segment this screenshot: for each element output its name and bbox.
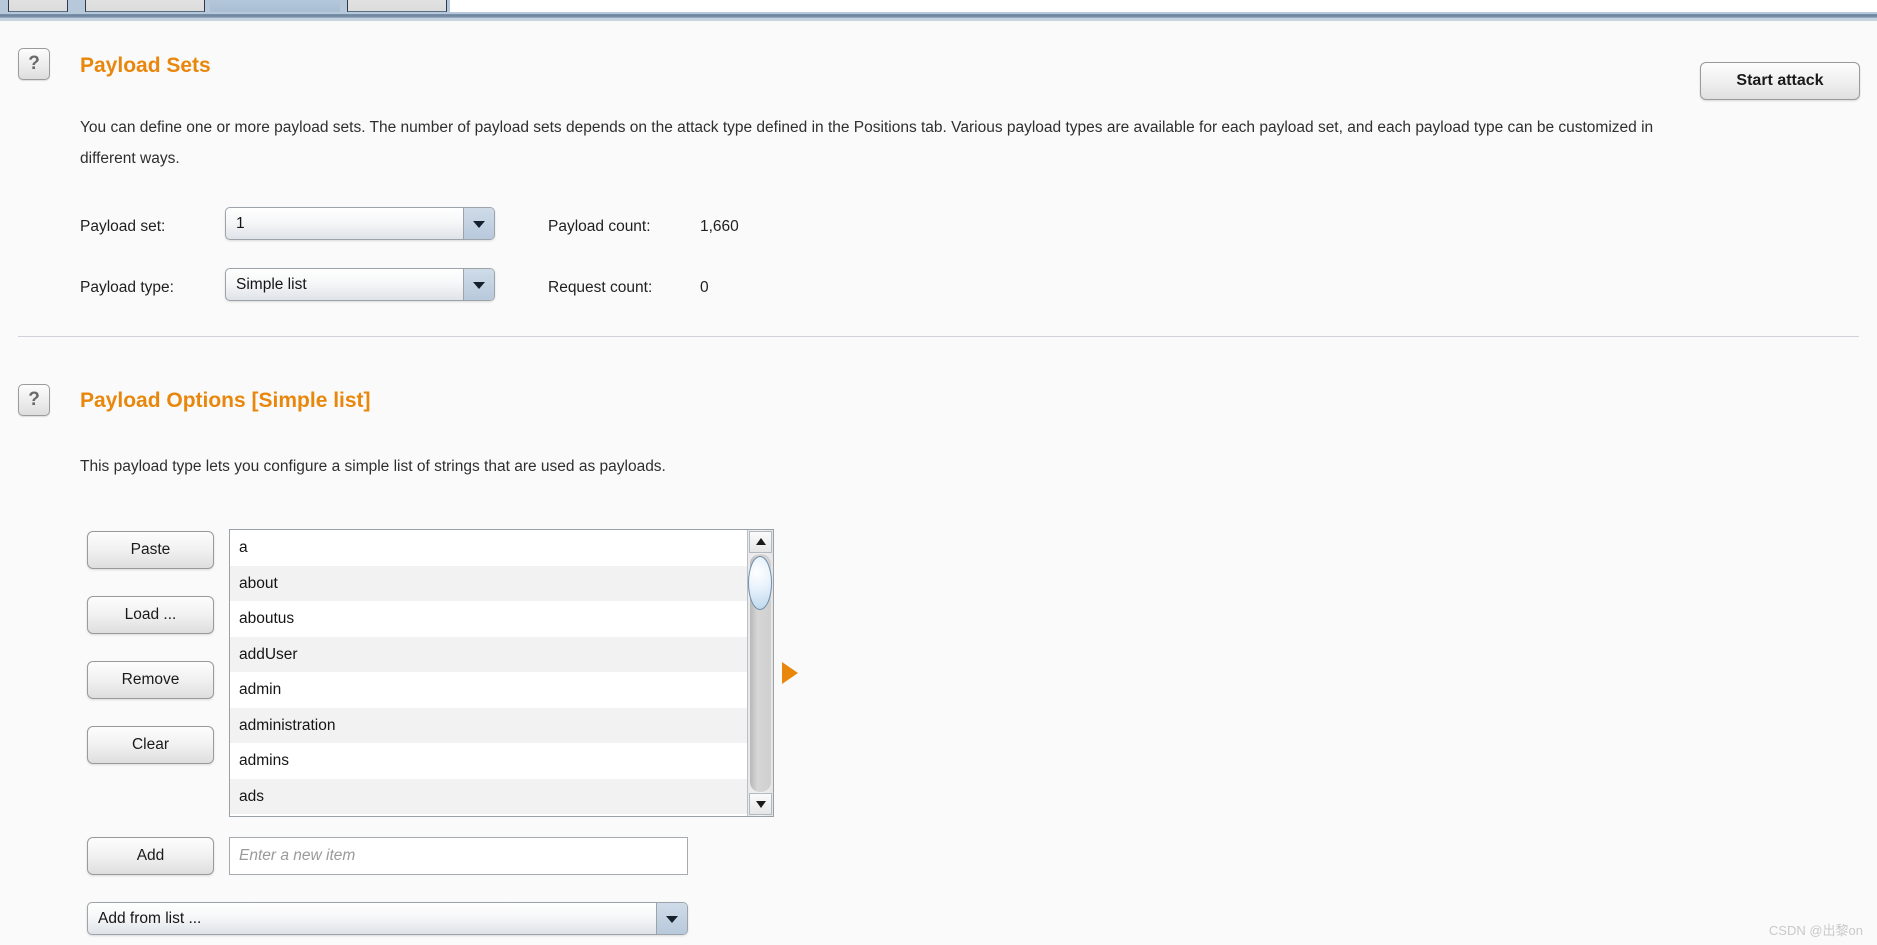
payload-sets-description: You can define one or more payload sets.… [80,119,1654,167]
start-attack-button[interactable]: Start attack [1700,62,1860,100]
chevron-down-icon[interactable] [463,269,494,300]
tab-payloads[interactable] [210,0,340,12]
payload-options-help-icon[interactable]: ? [18,384,50,416]
paste-button[interactable]: Paste [87,531,214,569]
payload-list[interactable]: a about aboutus addUser admin administra… [229,529,774,817]
list-item[interactable]: administration [230,707,773,743]
payload-list-scrollbar[interactable] [747,530,773,816]
chevron-down-icon[interactable] [656,903,687,934]
payload-set-value: 1 [236,215,245,232]
remove-button[interactable]: Remove [87,661,214,699]
payload-set-select[interactable]: 1 [225,207,495,240]
payload-type-label: Payload type: [80,279,174,296]
list-item[interactable]: admins [230,743,773,779]
chevron-down-icon[interactable] [463,208,494,239]
request-count-label: Request count: [548,279,653,296]
list-item[interactable]: a [230,530,773,566]
request-count-value: 0 [700,279,709,296]
payload-options-title: Payload Options [Simple list] [80,389,371,412]
add-from-list-value: Add from list ... [98,910,202,927]
add-from-list-select[interactable]: Add from list ... [87,902,688,935]
list-item[interactable]: ads [230,778,773,814]
play-triangle-icon [782,662,798,684]
payload-sets-title: Payload Sets [80,54,211,77]
payload-set-label: Payload set: [80,218,166,235]
payload-count-label: Payload count: [548,218,651,235]
payload-type-select[interactable]: Simple list [225,268,495,301]
payload-sets-help-icon[interactable]: ? [18,48,50,80]
watermark: CSDN @出黎on [1768,923,1863,938]
section-divider [18,336,1859,337]
scrollbar-thumb[interactable] [748,556,772,610]
new-item-input[interactable] [229,837,688,875]
scroll-down-arrow-icon[interactable] [749,793,772,815]
list-item[interactable]: admin [230,672,773,708]
tab-options[interactable] [347,0,447,12]
add-button[interactable]: Add [87,837,214,875]
scroll-up-arrow-icon[interactable] [749,531,772,553]
payload-options-description: This payload type lets you configure a s… [80,458,666,475]
tab-target[interactable] [8,0,68,12]
payload-type-value: Simple list [236,276,307,293]
load-button[interactable]: Load ... [87,596,214,634]
list-item[interactable]: about [230,565,773,601]
intruder-tab-strip [0,0,1877,14]
payload-count-value: 1,660 [700,218,739,235]
tab-overflow[interactable] [450,0,1877,12]
tab-positions[interactable] [85,0,205,12]
list-item[interactable]: addUser [230,636,773,672]
list-item[interactable]: aboutus [230,601,773,637]
clear-button[interactable]: Clear [87,726,214,764]
payloads-panel: Start attack ? Payload Sets You can defi… [0,21,1877,945]
